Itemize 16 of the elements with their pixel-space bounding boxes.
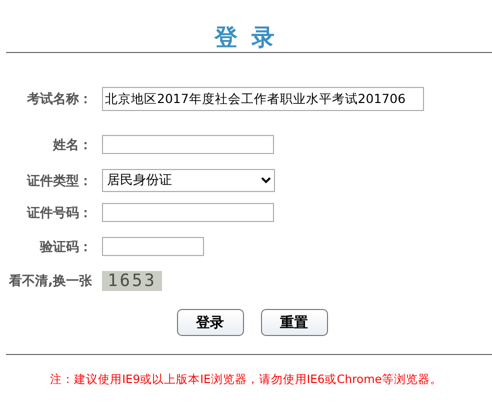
dropdown[interactable]: 居民身份证 [102, 169, 275, 192]
text-field[interactable] [102, 135, 274, 154]
refresh-captcha-link[interactable]: 看不清,换一张 [9, 272, 92, 290]
browser-note: 注：建议使用IE9或以上版本IE浏览器，请勿使用IE6或Chrome等浏览器。 [49, 372, 443, 387]
text-field[interactable] [102, 203, 274, 222]
text-field[interactable]: 北京地区2017年度社会工作者职业水平考试201706 [102, 87, 424, 111]
captcha-code[interactable]: 1653 [102, 271, 162, 291]
login-button[interactable]: 登录 [176, 309, 244, 336]
text-field[interactable] [102, 237, 204, 256]
page-title: 登 录 [213, 24, 278, 52]
field-label: 考试名称： [27, 91, 92, 108]
field-label: 验证码： [40, 238, 92, 256]
field-label: 证件类型： [27, 172, 92, 190]
field-label: 证件号码： [27, 204, 92, 222]
field-label: 姓名： [53, 136, 92, 154]
reset-button[interactable]: 重置 [260, 309, 328, 336]
